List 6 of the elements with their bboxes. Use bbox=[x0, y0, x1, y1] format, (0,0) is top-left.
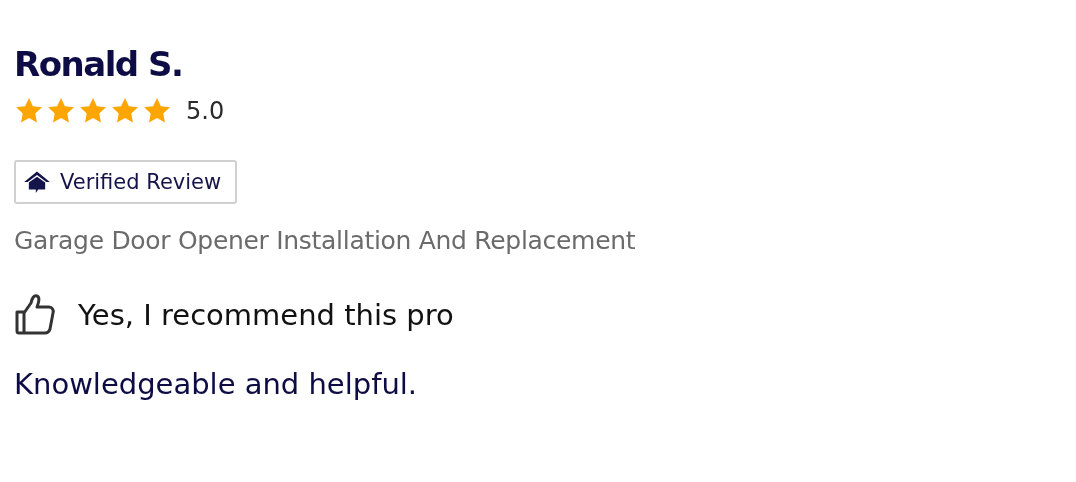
rating-value: 5.0 bbox=[186, 97, 225, 125]
badge-label: Verified Review bbox=[60, 170, 222, 194]
reviewer-name: Ronald S. bbox=[14, 43, 184, 86]
recommendation-text: Yes, I recommend this pro bbox=[78, 298, 454, 332]
review-text: Knowledgeable and helpful. bbox=[14, 367, 419, 401]
service-name: Garage Door Opener Installation And Replacement bbox=[14, 226, 637, 255]
